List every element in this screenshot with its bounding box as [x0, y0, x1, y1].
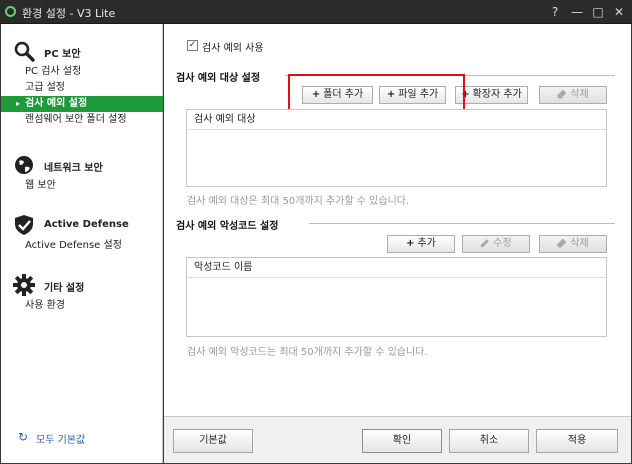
apply-button[interactable]: 적용 [536, 429, 618, 453]
target-list-header: 검사 예외 대상 [187, 110, 606, 130]
enable-exception-checkbox[interactable]: ✓ [187, 40, 198, 51]
delete-malware-label: 삭제 [570, 238, 589, 249]
chevron-right-icon: ▸ [16, 99, 21, 108]
sidebar: PC 보안 PC 검사 설정 고급 설정 ▸ 검사 예외 설정 랜섬웨어 보안 … [1, 24, 163, 463]
magnifier-icon [14, 41, 35, 62]
sidebar-item-pc-scan[interactable]: PC 검사 설정 [1, 64, 163, 80]
globe-icon [15, 156, 33, 174]
nav-section-other: 기타 설정 사용 환경 [1, 272, 163, 314]
delete-target-button[interactable]: 삭제 [539, 86, 607, 104]
footer-bar: 기본값 확인 취소 적용 [164, 416, 631, 463]
title-bar: 환경 설정 - V3 Lite ? — □ ✕ [0, 0, 632, 24]
section-divider [309, 223, 615, 224]
nav-head-label: 기타 설정 [44, 283, 85, 294]
add-extension-label: 확장자 추가 [472, 89, 522, 100]
nav-head-label: PC 보안 [44, 49, 81, 60]
cancel-button[interactable]: 취소 [449, 429, 529, 453]
nav-head-label: 네트워크 보안 [44, 163, 103, 174]
window-title: 환경 설정 - V3 Lite [22, 7, 116, 20]
add-extension-button[interactable]: + 확장자 추가 [455, 86, 528, 104]
nav-head-other[interactable]: 기타 설정 [1, 272, 163, 298]
delete-target-label: 삭제 [570, 89, 589, 100]
edit-malware-button[interactable]: 수정 [462, 235, 530, 253]
delete-malware-button[interactable]: 삭제 [539, 235, 607, 253]
nav-head-network[interactable]: 네트워크 보안 [1, 152, 163, 178]
target-section-title: 검사 예외 대상 설정 [176, 73, 261, 84]
app-logo-icon [5, 6, 16, 17]
target-list[interactable]: 검사 예외 대상 [186, 109, 607, 187]
nav-head-pc-security[interactable]: PC 보안 [1, 38, 163, 64]
plus-icon: + [406, 238, 415, 249]
eraser-icon [556, 238, 567, 248]
sidebar-item-label: 검사 예외 설정 [25, 98, 88, 109]
sidebar-item-advanced[interactable]: 고급 설정 [1, 80, 163, 96]
main-panel: ✓ 검사 예외 사용 검사 예외 대상 설정 + 폴더 추가 + 파일 추가 + 확장… [164, 24, 631, 416]
minimize-button[interactable]: — [568, 3, 586, 21]
shield-check-icon [15, 215, 33, 235]
pencil-icon [480, 238, 490, 248]
nav-head-active-defense[interactable]: Active Defense [1, 212, 163, 238]
malware-list-header: 악성코드 이름 [187, 258, 606, 278]
add-malware-button[interactable]: + 추가 [387, 235, 455, 253]
nav-section-active-defense: Active Defense Active Defense 설정 [1, 212, 163, 254]
sidebar-item-web-security[interactable]: 웹 보안 [1, 178, 163, 194]
reset-all-label: 모두 기본값 [36, 435, 86, 446]
reset-icon: ↻ [18, 430, 29, 444]
malware-list[interactable]: 악성코드 이름 [186, 257, 607, 337]
close-button[interactable]: ✕ [610, 3, 628, 21]
add-malware-label: 추가 [417, 238, 436, 249]
target-hint: 검사 예외 대상은 최대 50개까지 추가할 수 있습니다. [187, 196, 410, 207]
nav-head-label: Active Defense [44, 219, 129, 230]
eraser-icon [556, 89, 567, 99]
maximize-button[interactable]: □ [589, 3, 607, 21]
sidebar-item-active-defense[interactable]: Active Defense 설정 [1, 238, 163, 254]
help-button[interactable]: ? [546, 3, 564, 21]
sidebar-item-environment[interactable]: 사용 환경 [1, 298, 163, 314]
gear-icon [13, 274, 35, 296]
enable-exception-label[interactable]: 검사 예외 사용 [202, 39, 264, 54]
default-button[interactable]: 기본값 [173, 429, 253, 453]
sidebar-item-scan-exception[interactable]: ▸ 검사 예외 설정 [1, 96, 163, 112]
edit-malware-label: 수정 [493, 238, 512, 249]
nav-section-pc-security: PC 보안 PC 검사 설정 고급 설정 ▸ 검사 예외 설정 랜섬웨어 보안 … [1, 38, 163, 128]
nav-section-network: 네트워크 보안 웹 보안 [1, 152, 163, 194]
sidebar-item-ransomware-folder[interactable]: 랜섬웨어 보안 폴더 설정 [1, 112, 163, 128]
malware-hint: 검사 예외 악성코드는 최대 50개까지 추가할 수 있습니다. [187, 347, 428, 358]
malware-section-title: 검사 예외 악성코드 설정 [176, 221, 279, 232]
ok-button[interactable]: 확인 [362, 429, 442, 453]
